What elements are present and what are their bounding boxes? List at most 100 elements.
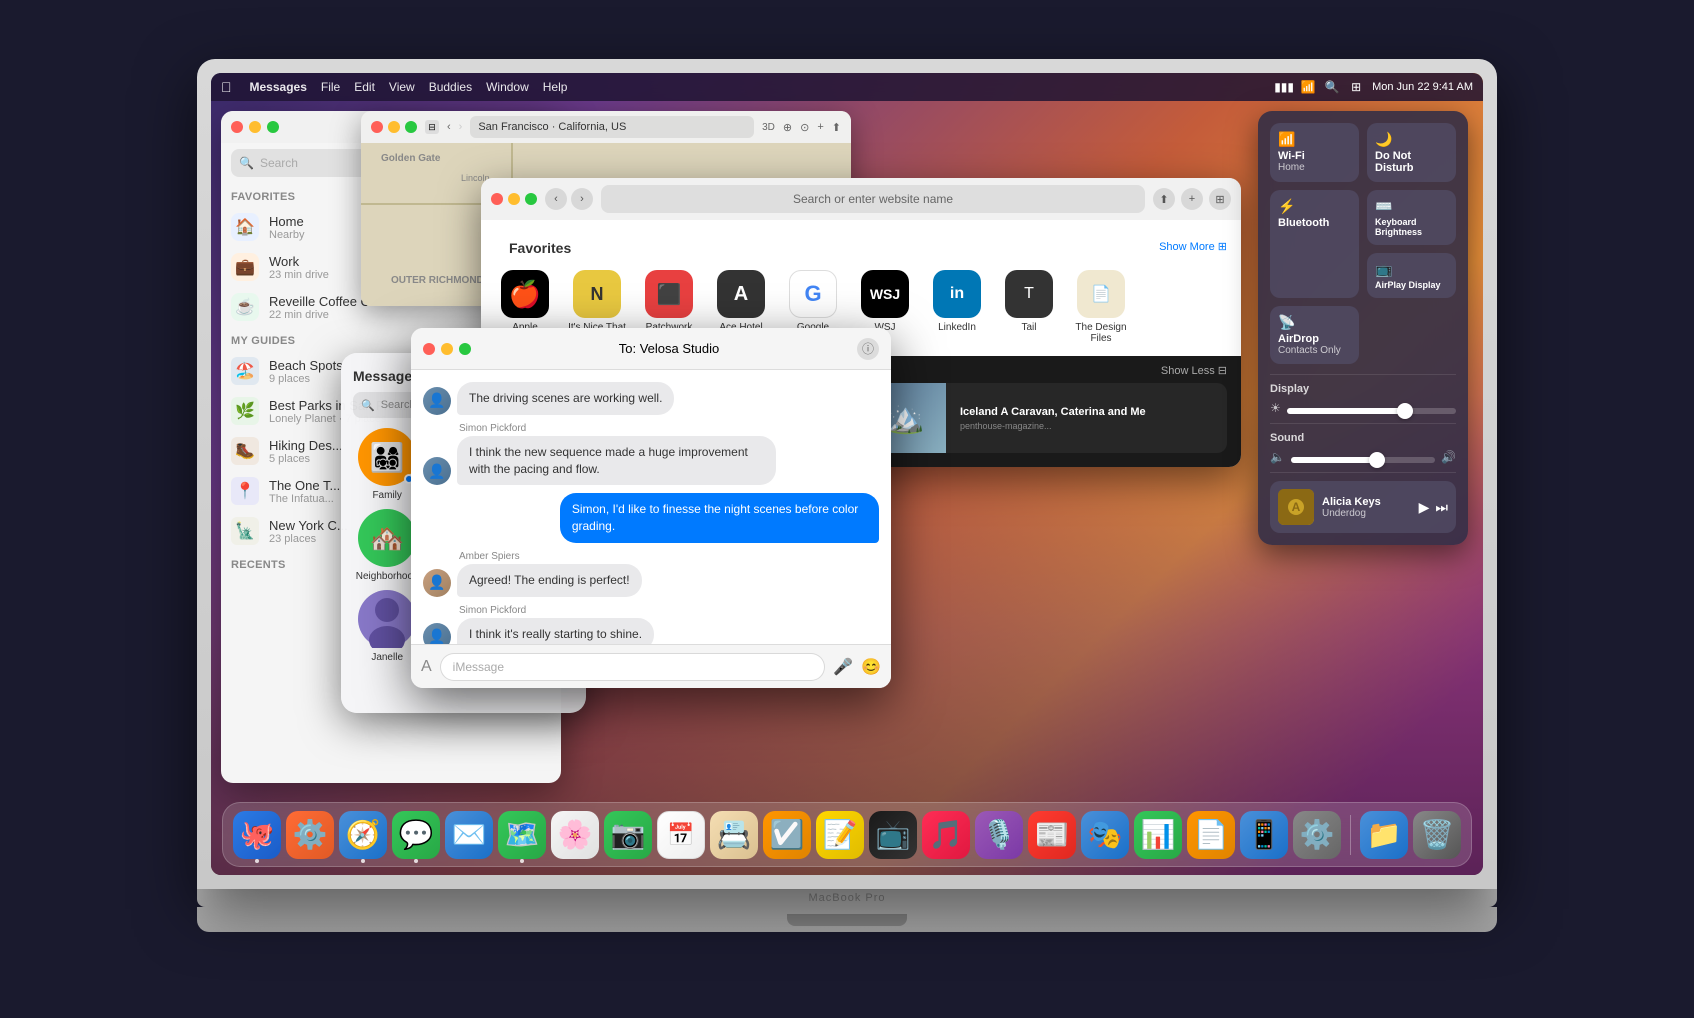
dock-sysprefs[interactable]: ⚙️	[1293, 811, 1341, 859]
maps-share-icon[interactable]: ⬆	[832, 121, 841, 134]
fullscreen-button[interactable]	[267, 121, 279, 133]
messages-info-button[interactable]: ⓘ	[857, 338, 879, 360]
safari-titlebar: ‹ › Search or enter website name ⬆ + ⊞	[481, 178, 1241, 220]
menubar-help[interactable]: Help	[543, 80, 568, 94]
map-fullscreen-button[interactable]	[405, 121, 417, 133]
fav-designfiles[interactable]: 📄 The Design Files	[1071, 270, 1131, 344]
maps-layers-icon[interactable]: ⊕	[783, 121, 792, 134]
menubar-buddies[interactable]: Buddies	[429, 80, 472, 94]
search-icon[interactable]: 🔍	[1324, 79, 1340, 95]
cc-bluetooth-tile[interactable]: ⚡ Bluetooth	[1270, 190, 1359, 298]
dock-music[interactable]: 🎵	[922, 811, 970, 859]
menubar-datetime: Mon Jun 22 9:41 AM	[1372, 81, 1473, 93]
nav-back-icon[interactable]: ‹	[447, 121, 451, 133]
music-icon: 🎵	[929, 818, 964, 851]
cc-airdrop-tile[interactable]: 📡 AirDrop Contacts Only	[1270, 306, 1359, 364]
minimize-button[interactable]	[249, 121, 261, 133]
fav-tail[interactable]: T Tail	[999, 270, 1059, 344]
dock-divider	[1350, 815, 1351, 855]
map-close-button[interactable]	[371, 121, 383, 133]
menubar-right: ▮▮▮ 📶 🔍 ⊞ Mon Jun 22 9:41 AM	[1276, 79, 1473, 95]
nav-forward-icon[interactable]: ›	[459, 121, 463, 133]
cc-airplay-tile[interactable]: 📺 AirPlay Display	[1367, 253, 1456, 298]
menubar-view[interactable]: View	[389, 80, 415, 94]
play-button[interactable]: ▶	[1419, 499, 1430, 516]
menubar-file[interactable]: File	[321, 80, 340, 94]
safari-minimize-button[interactable]	[508, 193, 520, 205]
cc-wifi-tile[interactable]: 📶 Wi-Fi Home	[1270, 123, 1359, 182]
dock-calendar[interactable]: 📅	[657, 811, 705, 859]
dock-contacts[interactable]: 📇	[710, 811, 758, 859]
sidebar-toggle-icon[interactable]: ⊟	[425, 120, 439, 134]
dock-appstore[interactable]: 📱	[1240, 811, 1288, 859]
cc-sound-fill	[1291, 457, 1377, 463]
safari-forward-button[interactable]: ›	[571, 188, 593, 210]
dock-notes[interactable]: 📝	[816, 811, 864, 859]
cc-sound-knob[interactable]	[1369, 452, 1385, 468]
map-minimize-button[interactable]	[388, 121, 400, 133]
control-center-icon[interactable]: ⊞	[1348, 79, 1364, 95]
messages-input-bar: A iMessage 🎤 😊	[411, 644, 891, 688]
apple-logo-icon[interactable]: 	[221, 79, 232, 95]
show-less-button[interactable]: Show Less ⊟	[1161, 364, 1227, 377]
photos-icon: 🌸	[558, 818, 593, 851]
messages-minimize-button[interactable]	[441, 343, 453, 355]
fav-linkedin[interactable]: in LinkedIn	[927, 270, 987, 344]
dock-facetime[interactable]: 📷	[604, 811, 652, 859]
dock-messages[interactable]: 💬	[392, 811, 440, 859]
maps-zoom-in-icon[interactable]: +	[817, 121, 823, 133]
dock-tv[interactable]: 📺	[869, 811, 917, 859]
maps-3d-button[interactable]: 3D	[762, 122, 775, 133]
dock-mail[interactable]: ✉️	[445, 811, 493, 859]
menubar:  Messages File Edit View Buddies Window…	[211, 73, 1483, 101]
messages-input-field[interactable]: iMessage	[440, 653, 825, 681]
cc-sound-slider[interactable]	[1291, 457, 1435, 463]
safari-fullscreen-button[interactable]	[525, 193, 537, 205]
dock-trash[interactable]: 🗑️	[1413, 811, 1461, 859]
dock-finder[interactable]: 🐙	[233, 811, 281, 859]
menubar-app-name[interactable]: Messages	[250, 80, 307, 94]
dock-reminders[interactable]: ☑️	[763, 811, 811, 859]
messages-window: To: Velosa Studio ⓘ 👤 The driving scenes…	[411, 328, 891, 688]
messages-audio-icon[interactable]: 🎤	[833, 657, 853, 677]
dock-photos[interactable]: 🌸	[551, 811, 599, 859]
cc-keyboard-tile[interactable]: ⌨️ Keyboard Brightness	[1367, 190, 1456, 245]
dock-numbers[interactable]: 📊	[1134, 811, 1182, 859]
safari-share-button[interactable]: ⬆	[1153, 188, 1175, 210]
menubar-edit[interactable]: Edit	[354, 80, 375, 94]
dock-podcasts[interactable]: 🎙️	[975, 811, 1023, 859]
cc-airplay-title: AirPlay Display	[1375, 280, 1448, 290]
cc-display-slider[interactable]	[1287, 408, 1456, 414]
dock-launchpad[interactable]: ⚙️	[286, 811, 334, 859]
skip-button[interactable]: ⏭	[1435, 499, 1448, 516]
show-more-button[interactable]: Show More ⊞	[1159, 240, 1227, 253]
reading-card-iceland[interactable]: 🏔️ Iceland A Caravan, Caterina and Me pe…	[866, 383, 1227, 453]
mail-icon: ✉️	[452, 818, 487, 851]
dock-keynote[interactable]: 🎭	[1081, 811, 1129, 859]
dock-safari[interactable]: 🧭	[339, 811, 387, 859]
safari-add-tab-button[interactable]: +	[1181, 188, 1203, 210]
maps-compass-icon[interactable]: ⊙	[800, 121, 809, 134]
dock-news[interactable]: 📰	[1028, 811, 1076, 859]
dock-pages[interactable]: 📄	[1187, 811, 1235, 859]
safari-url-bar[interactable]: Search or enter website name	[601, 185, 1145, 213]
dock-maps[interactable]: 🗺️	[498, 811, 546, 859]
safari-back-button[interactable]: ‹	[545, 188, 567, 210]
messages-format-icon[interactable]: A	[421, 658, 432, 676]
safari-close-button[interactable]	[491, 193, 503, 205]
battery-icon[interactable]: ▮▮▮	[1276, 79, 1292, 95]
wifi-icon[interactable]: 📶	[1300, 79, 1316, 95]
pages-icon: 📄	[1194, 818, 1229, 851]
messages-input-placeholder: iMessage	[453, 660, 504, 674]
messages-emoji-icon[interactable]: 😊	[861, 657, 881, 677]
safari-tabs-button[interactable]: ⊞	[1209, 188, 1231, 210]
messages-fullscreen-button[interactable]	[459, 343, 471, 355]
bluetooth-tile-icon: ⚡	[1278, 198, 1351, 215]
close-button[interactable]	[231, 121, 243, 133]
messages-close-button[interactable]	[423, 343, 435, 355]
cc-dnd-tile[interactable]: 🌙 Do Not Disturb	[1367, 123, 1456, 182]
maps-location-bar[interactable]: San Francisco · California, US	[470, 116, 754, 138]
dock-stack[interactable]: 📁	[1360, 811, 1408, 859]
cc-display-knob[interactable]	[1397, 403, 1413, 419]
menubar-window[interactable]: Window	[486, 80, 529, 94]
